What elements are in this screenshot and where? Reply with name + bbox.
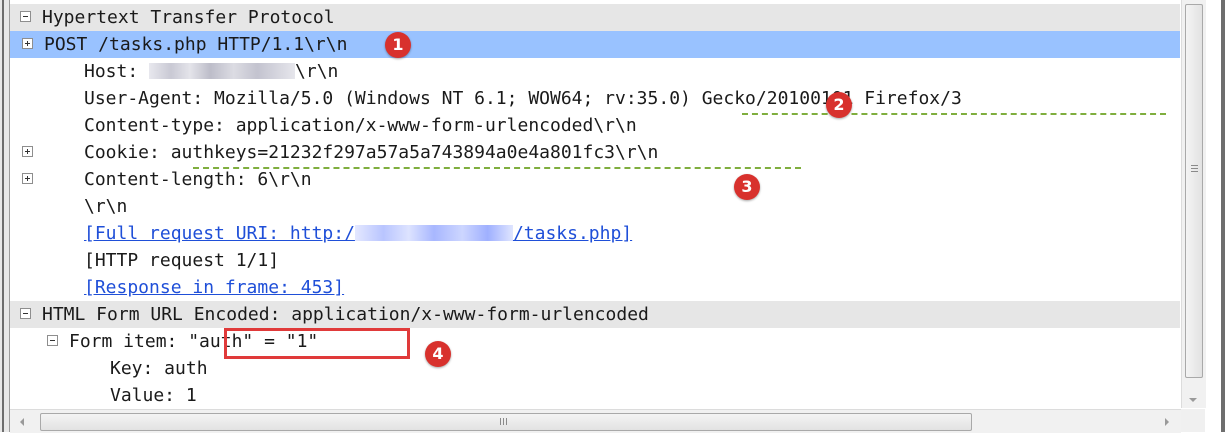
tree-row-label: [HTTP request 1/1] [84,250,280,271]
protocol-tree[interactable]: Hypertext Transfer Protocol POST /tasks.… [10,0,1180,408]
tree-row-content-type[interactable]: Content-type: application/x-www-form-url… [10,112,1180,139]
scroll-down-arrow-icon[interactable] [1189,398,1197,402]
user-agent-underline [742,113,1166,115]
scroll-left-arrow-icon[interactable] [20,418,24,426]
vertical-scrollbar[interactable] [1181,0,1206,408]
tree-row-label: Hypertext Transfer Protocol [42,7,335,28]
cookie-underline [193,167,801,169]
window-left-border [0,0,10,432]
annotation-badge-3: 3 [734,174,760,200]
vertical-scroll-thumb[interactable] [1185,4,1203,378]
cookie-label: Cookie: [84,142,171,163]
tree-row-form-item[interactable]: Form item: "auth" = "1" [10,328,1180,355]
expand-icon[interactable] [22,173,33,184]
window-right-border [1221,0,1225,432]
tree-row-host[interactable]: Host: \r\n [10,58,1180,85]
tree-row-label: Content-length: 6\r\n [84,169,312,190]
expand-icon[interactable] [22,146,33,157]
annotation-badge-2: 2 [826,92,852,118]
expand-icon[interactable] [22,38,33,49]
scrollbar-corner [1181,409,1205,432]
host-field: Host: \r\n [84,58,338,85]
cookie-field: Cookie: authkeys=21232f297a57a5a743894a0… [84,139,658,166]
annotation-badge-4: 4 [425,341,451,367]
tree-row-user-agent[interactable]: User-Agent: Mozilla/5.0 (Windows NT 6.1;… [10,85,1180,112]
tree-row-label: Key: auth [110,358,208,379]
tree-row-cookie[interactable]: Cookie: authkeys=21232f297a57a5a743894a0… [10,139,1180,166]
tree-row-request-line[interactable]: POST /tasks.php HTTP/1.1\r\n [10,31,1180,58]
redacted-uri-image [354,224,513,241]
full-request-uri-link[interactable]: [Full request URI: http:/ /tasks.php] [84,220,632,247]
collapse-icon[interactable] [20,11,31,22]
host-suffix: \r\n [295,61,339,82]
tree-row-http-request[interactable]: [HTTP request 1/1] [10,247,1180,274]
horizontal-scroll-thumb[interactable] [40,413,972,431]
tree-row-label: POST /tasks.php HTTP/1.1\r\n [44,34,348,55]
annotation-badge-1: 1 [385,32,411,58]
collapse-icon[interactable] [20,308,31,319]
form-item-highlight-box [224,328,410,359]
tree-row-http[interactable]: Hypertext Transfer Protocol [10,4,1180,31]
response-frame-link[interactable]: [Response in frame: 453] [84,274,344,301]
tree-row-content-length[interactable]: Content-length: 6\r\n [10,166,1180,193]
tree-row-value[interactable]: Value: 1 [10,382,1180,408]
redacted-host-image [149,62,296,79]
tree-row-label: HTML Form URL Encoded: application/x-www… [42,304,649,325]
tree-row-label: Content-type: application/x-www-form-url… [84,115,637,136]
collapse-icon[interactable] [47,335,58,346]
horizontal-scrollbar[interactable] [10,409,1181,433]
tree-row-key[interactable]: Key: auth [10,355,1180,382]
tree-row-html-form[interactable]: HTML Form URL Encoded: application/x-www… [10,301,1180,328]
cookie-value: authkeys=21232f297a57a5a743894a0e4a801fc… [170,142,659,163]
form-item-label: Form item: [69,331,189,352]
scroll-right-arrow-icon[interactable] [1165,418,1169,426]
tree-row-crlf[interactable]: \r\n [10,193,1180,220]
uri-suffix: /tasks.php] [512,223,633,244]
tree-row-label: Value: 1 [110,385,197,406]
tree-row-label: \r\n [84,196,128,217]
packet-details-pane: Hypertext Transfer Protocol POST /tasks.… [0,0,1225,433]
uri-prefix: [Full request URI: http:/ [84,223,355,244]
tree-row-response-frame[interactable]: [Response in frame: 453] [10,274,1180,301]
tree-row-full-uri[interactable]: [Full request URI: http:/ /tasks.php] [10,220,1180,247]
host-label: Host: [84,61,150,82]
